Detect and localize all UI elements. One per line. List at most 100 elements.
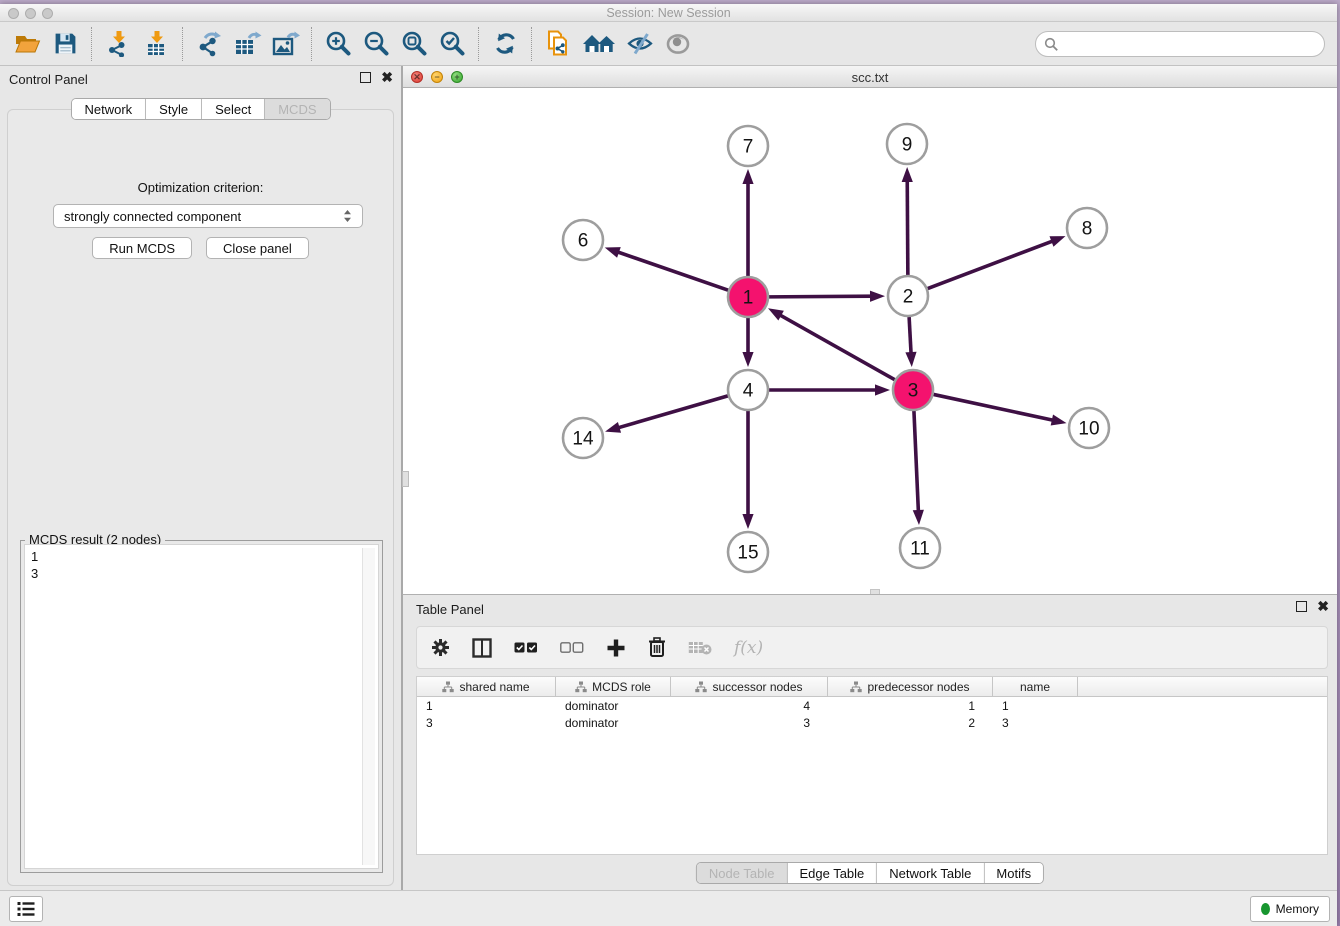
cell-predecessor-nodes: 1	[828, 699, 993, 713]
show-all-button[interactable]	[663, 29, 693, 59]
float-panel-icon[interactable]	[360, 72, 371, 83]
close-panel-button[interactable]: Close panel	[206, 237, 309, 259]
select-all-columns-icon[interactable]	[514, 642, 538, 654]
delete-table-icon[interactable]	[688, 640, 712, 655]
tab-network-table[interactable]: Network Table	[877, 863, 984, 883]
optimization-criterion-label: Optimization criterion:	[8, 180, 393, 195]
table-toolbar: f(x)	[416, 626, 1328, 669]
graph-edge-2-9[interactable]	[907, 180, 908, 275]
zoom-in-button[interactable]	[323, 29, 353, 59]
graph-node-4[interactable]: 4	[728, 370, 768, 410]
graph-node-1[interactable]: 1	[728, 277, 768, 317]
toolbar-separator	[531, 27, 532, 61]
tab-motifs[interactable]: Motifs	[984, 863, 1043, 883]
result-line: 1	[31, 548, 372, 565]
splitter-handle[interactable]	[402, 471, 409, 487]
hide-selected-button[interactable]	[625, 29, 655, 59]
import-table-button[interactable]	[141, 29, 171, 59]
duplicate-network-icon	[544, 29, 572, 58]
column-header-mcds-role[interactable]: MCDS role	[556, 677, 671, 696]
graph-edge-4-14[interactable]	[618, 396, 728, 428]
deselect-all-columns-icon[interactable]	[560, 642, 584, 654]
graph-node-6[interactable]: 6	[563, 220, 603, 260]
save-session-button[interactable]	[50, 29, 80, 59]
refresh-view-button[interactable]	[490, 29, 520, 59]
column-header-predecessor-nodes[interactable]: predecessor nodes	[828, 677, 993, 696]
float-panel-icon[interactable]	[1296, 601, 1307, 612]
graph-node-9[interactable]: 9	[887, 124, 927, 164]
graph-node-3[interactable]: 3	[893, 370, 933, 410]
task-history-button[interactable]	[9, 896, 43, 922]
function-builder-icon[interactable]: f(x)	[734, 638, 763, 658]
status-bar: Memory	[0, 890, 1337, 926]
graph-node-7[interactable]: 7	[728, 126, 768, 166]
graph-node-label: 3	[908, 381, 919, 402]
tab-select[interactable]: Select	[202, 99, 265, 119]
graph-edge-3-11[interactable]	[914, 411, 918, 512]
duplicate-network-button[interactable]	[543, 29, 573, 59]
mcds-result-group: MCDS result (2 nodes) 1 3	[20, 540, 383, 873]
control-panel-header: Control Panel ✖	[0, 66, 401, 92]
graph-edge-3-1[interactable]	[779, 315, 894, 380]
import-network-button[interactable]	[103, 29, 133, 59]
split-pane-icon[interactable]	[472, 638, 492, 658]
graph-edge-1-2[interactable]	[769, 296, 872, 297]
tab-style[interactable]: Style	[146, 99, 202, 119]
export-image-button[interactable]	[270, 29, 300, 59]
memory-status-icon	[1261, 903, 1270, 915]
graph-node-11[interactable]: 11	[900, 528, 940, 568]
zoom-fit-icon	[401, 30, 428, 57]
export-table-icon	[233, 30, 262, 57]
result-line: 3	[31, 565, 372, 582]
export-table-button[interactable]	[232, 29, 262, 59]
result-scrollbar[interactable]	[362, 548, 375, 865]
zoom-fit-button[interactable]	[399, 29, 429, 59]
graph-edge-arrowhead	[902, 167, 913, 182]
graph-node-14[interactable]: 14	[563, 418, 603, 458]
zoom-out-button[interactable]	[361, 29, 391, 59]
graph-edge-2-8[interactable]	[928, 241, 1054, 289]
settings-gear-icon[interactable]	[431, 638, 450, 657]
graph-edge-1-6[interactable]	[617, 252, 728, 290]
tab-mcds[interactable]: MCDS	[265, 99, 329, 119]
memory-button[interactable]: Memory	[1250, 896, 1330, 922]
graph-edge-2-3[interactable]	[909, 317, 911, 354]
cell-name: 1	[993, 699, 1078, 713]
zoom-selected-button[interactable]	[437, 29, 467, 59]
export-network-button[interactable]	[194, 29, 224, 59]
close-panel-icon[interactable]: ✖	[381, 72, 393, 83]
mcds-result-textarea[interactable]: 1 3	[24, 544, 379, 869]
search-input[interactable]	[1035, 31, 1325, 57]
column-type-icon	[442, 681, 454, 693]
list-icon	[17, 901, 35, 917]
memory-label: Memory	[1276, 902, 1319, 916]
tab-network[interactable]: Network	[71, 99, 146, 119]
network-canvas[interactable]: 7 9 6 8 1 2 4 3 14 10 15 11	[403, 88, 1337, 594]
tab-node-table[interactable]: Node Table	[697, 863, 788, 883]
column-header-shared-name[interactable]: shared name	[417, 677, 556, 696]
table-row[interactable]: 1 dominator 4 1 1	[417, 697, 1327, 714]
column-header-name[interactable]: name	[993, 677, 1078, 696]
tab-edge-table[interactable]: Edge Table	[787, 863, 877, 883]
close-panel-icon[interactable]: ✖	[1317, 601, 1329, 612]
optimization-criterion-select[interactable]: strongly connected component	[53, 204, 363, 228]
graph-node-2[interactable]: 2	[888, 276, 928, 316]
column-type-icon	[850, 681, 862, 693]
add-column-icon[interactable]	[606, 638, 626, 658]
graph-edge-3-10[interactable]	[934, 394, 1054, 420]
network-graph[interactable]: 7 9 6 8 1 2 4 3 14 10 15 11	[403, 88, 1335, 593]
graph-node-label: 4	[743, 381, 754, 402]
eye-icon	[665, 31, 691, 57]
graph-node-15[interactable]: 15	[728, 532, 768, 572]
delete-column-icon[interactable]	[648, 637, 666, 658]
first-neighbors-button[interactable]	[581, 29, 617, 59]
toolbar-separator	[478, 27, 479, 61]
graph-node-8[interactable]: 8	[1067, 208, 1107, 248]
run-mcds-button[interactable]: Run MCDS	[92, 237, 192, 259]
graph-node-10[interactable]: 10	[1069, 408, 1109, 448]
table-row[interactable]: 3 dominator 3 2 3	[417, 714, 1327, 731]
column-header-successor-nodes[interactable]: successor nodes	[671, 677, 828, 696]
open-file-button[interactable]	[12, 29, 42, 59]
export-image-icon	[271, 30, 300, 57]
optimization-criterion-value: strongly connected component	[64, 209, 241, 224]
